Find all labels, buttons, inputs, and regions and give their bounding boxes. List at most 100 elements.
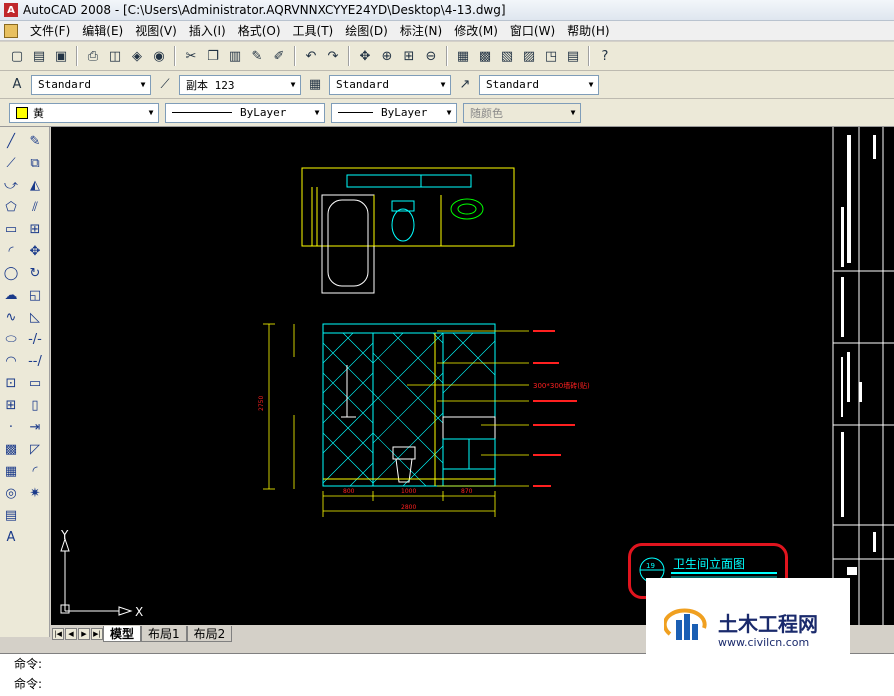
fillet-icon[interactable]: ◜ bbox=[25, 461, 45, 481]
polyline-icon[interactable]: ⤻ bbox=[1, 175, 21, 195]
rectangle-icon[interactable]: ▭ bbox=[1, 219, 21, 239]
tab-layout1[interactable]: 布局1 bbox=[141, 626, 187, 642]
spline-icon[interactable]: ∿ bbox=[1, 307, 21, 327]
gradient-icon[interactable]: ▦ bbox=[1, 461, 21, 481]
text-style-select[interactable]: Standard ▼ bbox=[31, 74, 151, 95]
chevron-down-icon[interactable]: ▼ bbox=[310, 104, 324, 122]
table-icon[interactable]: ▤ bbox=[1, 505, 21, 525]
array-icon[interactable]: ⊞ bbox=[25, 219, 45, 239]
zoom-previous-icon[interactable]: ⊖ bbox=[421, 46, 441, 66]
print-preview-icon[interactable]: ◫ bbox=[105, 46, 125, 66]
chevron-down-icon[interactable]: ▼ bbox=[584, 76, 598, 94]
make-block-icon[interactable]: ⊞ bbox=[1, 395, 21, 415]
paste-icon[interactable]: ▥ bbox=[225, 46, 245, 66]
save-icon[interactable]: ▣ bbox=[51, 46, 71, 66]
prev-tab-icon[interactable]: ◀ bbox=[65, 628, 77, 640]
menu-tools[interactable]: 工具(T) bbox=[287, 22, 340, 39]
publish-icon[interactable]: ◈ bbox=[127, 46, 147, 66]
cut-icon[interactable]: ✂ bbox=[181, 46, 201, 66]
arc-icon[interactable]: ◜ bbox=[1, 241, 21, 261]
menu-window[interactable]: 窗口(W) bbox=[504, 22, 561, 39]
table-style-select[interactable]: Standard ▼ bbox=[329, 74, 451, 95]
hatch-icon[interactable]: ▩ bbox=[1, 439, 21, 459]
properties-icon[interactable]: ▦ bbox=[453, 46, 473, 66]
new-file-icon[interactable]: ▢ bbox=[7, 46, 27, 66]
point-icon[interactable]: · bbox=[1, 417, 21, 437]
break-icon[interactable]: ▯ bbox=[25, 395, 45, 415]
polygon-icon[interactable]: ⬠ bbox=[1, 197, 21, 217]
chevron-down-icon[interactable]: ▼ bbox=[286, 76, 300, 94]
linetype-select[interactable]: ByLayer ▼ bbox=[165, 102, 325, 123]
zoom-window-icon[interactable]: ⊞ bbox=[399, 46, 419, 66]
first-tab-icon[interactable]: |◀ bbox=[52, 628, 64, 640]
mirror-icon[interactable]: ◭ bbox=[25, 175, 45, 195]
document-icon[interactable] bbox=[4, 23, 18, 38]
help-icon[interactable]: ? bbox=[595, 46, 615, 66]
chevron-down-icon[interactable]: ▼ bbox=[442, 104, 456, 122]
dimension-style-select[interactable]: 副本 123 ▼ bbox=[179, 74, 301, 95]
move-icon[interactable]: ✥ bbox=[25, 241, 45, 261]
copy-icon[interactable]: ❐ bbox=[203, 46, 223, 66]
calculator-icon[interactable]: ▤ bbox=[563, 46, 583, 66]
menu-edit[interactable]: 编辑(E) bbox=[76, 22, 129, 39]
table-style-icon[interactable]: ▦ bbox=[305, 75, 325, 95]
tool-palettes-icon[interactable]: ▧ bbox=[497, 46, 517, 66]
line-icon[interactable]: ╱ bbox=[1, 131, 21, 151]
menu-help[interactable]: 帮助(H) bbox=[561, 22, 615, 39]
plot-icon[interactable]: ◉ bbox=[149, 46, 169, 66]
print-icon[interactable]: ⎙ bbox=[83, 46, 103, 66]
next-tab-icon[interactable]: ▶ bbox=[78, 628, 90, 640]
text-style-icon[interactable]: A bbox=[7, 75, 27, 95]
block-editor-icon[interactable]: ✐ bbox=[269, 46, 289, 66]
design-center-icon[interactable]: ▩ bbox=[475, 46, 495, 66]
layer-select[interactable]: 黄 ▼ bbox=[9, 102, 159, 123]
multiline-text-icon[interactable]: A bbox=[1, 527, 21, 547]
explode-icon[interactable]: ✷ bbox=[25, 483, 45, 503]
pan-icon[interactable]: ✥ bbox=[355, 46, 375, 66]
menu-draw[interactable]: 绘图(D) bbox=[339, 22, 394, 39]
menu-dimension[interactable]: 标注(N) bbox=[394, 22, 448, 39]
menu-modify[interactable]: 修改(M) bbox=[448, 22, 504, 39]
menu-format[interactable]: 格式(O) bbox=[232, 22, 287, 39]
erase-icon[interactable]: ✎ bbox=[25, 131, 45, 151]
region-icon[interactable]: ◎ bbox=[1, 483, 21, 503]
break-at-point-icon[interactable]: ▭ bbox=[25, 373, 45, 393]
toolbar-separator bbox=[588, 46, 590, 66]
join-icon[interactable]: ⇥ bbox=[25, 417, 45, 437]
ellipse-icon[interactable]: ⬭ bbox=[1, 329, 21, 349]
multileader-style-select[interactable]: Standard ▼ bbox=[479, 74, 599, 95]
last-tab-icon[interactable]: ▶| bbox=[91, 628, 103, 640]
stretch-icon[interactable]: ◺ bbox=[25, 307, 45, 327]
toolbar-separator bbox=[446, 46, 448, 66]
ellipse-arc-icon[interactable]: ◠ bbox=[1, 351, 21, 371]
menu-file[interactable]: 文件(F) bbox=[24, 22, 76, 39]
scale-icon[interactable]: ◱ bbox=[25, 285, 45, 305]
extend-icon[interactable]: --/ bbox=[25, 351, 45, 371]
menu-view[interactable]: 视图(V) bbox=[129, 22, 183, 39]
tab-layout2[interactable]: 布局2 bbox=[186, 626, 233, 642]
dimension-style-icon[interactable]: ⟋ bbox=[155, 75, 175, 95]
chevron-down-icon[interactable]: ▼ bbox=[136, 76, 150, 94]
offset-icon[interactable]: ⫽ bbox=[25, 197, 45, 217]
insert-block-icon[interactable]: ⊡ bbox=[1, 373, 21, 393]
redo-icon[interactable]: ↷ bbox=[323, 46, 343, 66]
sheet-set-icon[interactable]: ▨ bbox=[519, 46, 539, 66]
rotate-icon[interactable]: ↻ bbox=[25, 263, 45, 283]
lineweight-select[interactable]: ByLayer ▼ bbox=[331, 102, 457, 123]
multileader-style-icon[interactable]: ↗ bbox=[455, 75, 475, 95]
tab-model[interactable]: 模型 bbox=[103, 626, 142, 642]
construction-line-icon[interactable]: ⟋ bbox=[1, 153, 21, 173]
copy-object-icon[interactable]: ⧉ bbox=[25, 153, 45, 173]
menu-insert[interactable]: 插入(I) bbox=[183, 22, 232, 39]
trim-icon[interactable]: -/- bbox=[25, 329, 45, 349]
chevron-down-icon[interactable]: ▼ bbox=[144, 104, 158, 122]
zoom-realtime-icon[interactable]: ⊕ bbox=[377, 46, 397, 66]
undo-icon[interactable]: ↶ bbox=[301, 46, 321, 66]
circle-icon[interactable]: ◯ bbox=[1, 263, 21, 283]
open-file-icon[interactable]: ▤ bbox=[29, 46, 49, 66]
match-properties-icon[interactable]: ✎ bbox=[247, 46, 267, 66]
revision-cloud-icon[interactable]: ☁ bbox=[1, 285, 21, 305]
chevron-down-icon[interactable]: ▼ bbox=[436, 76, 450, 94]
chamfer-icon[interactable]: ◸ bbox=[25, 439, 45, 459]
markup-icon[interactable]: ◳ bbox=[541, 46, 561, 66]
